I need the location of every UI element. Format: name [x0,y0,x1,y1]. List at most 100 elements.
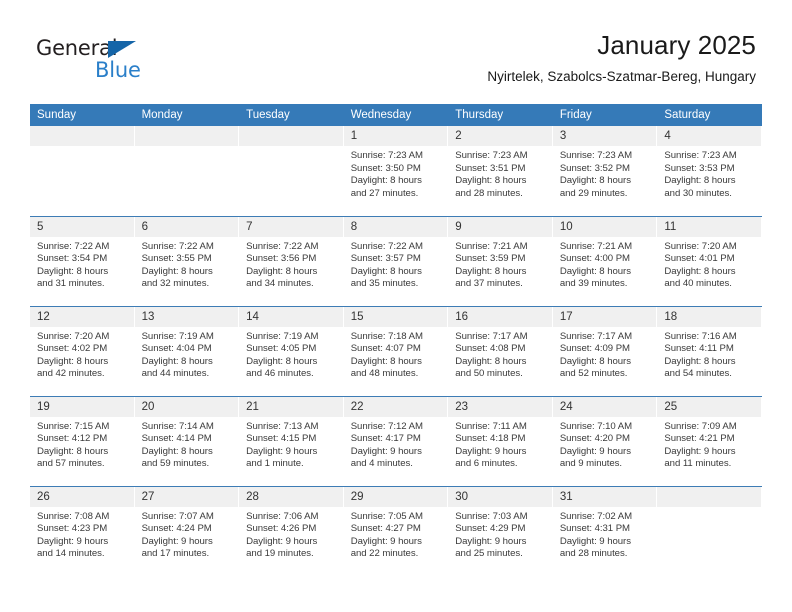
daylight-text: and 28 minutes. [455,187,523,199]
calendar-day-cell[interactable]: 11 Sunrise: 7:20 AM Sunset: 4:01 PM Dayligh… [657,215,762,306]
calendar-day-cell[interactable]: 29 Sunrise: 7:05 AM Sunset: 4:27 PM Dayligh… [343,485,449,576]
weekday-header-monday: Monday [134,104,240,126]
day-info: Sunrise: 7:23 AM Sunset: 3:51 PM Daylight:… [448,146,553,200]
calendar-day-cell[interactable]: 15 Sunrise: 7:18 AM Sunset: 4:07 PM Dayligh… [343,305,449,396]
sunset-text: Sunset: 4:31 PM [559,523,630,535]
sunrise-text: Sunrise: 7:21 AM [455,240,528,252]
daylight-text: and 42 minutes. [37,368,105,380]
day-number: 12 [30,306,135,327]
sunset-text: Sunset: 4:27 PM [350,523,421,535]
calendar-day-cell[interactable]: 14 Sunrise: 7:19 AM Sunset: 4:05 PM Dayligh… [239,305,344,396]
calendar-day-cell[interactable]: 3 Sunrise: 7:23 AM Sunset: 3:52 PM Daylight… [552,126,658,216]
day-info: Sunrise: 7:15 AM Sunset: 4:12 PM Daylight:… [30,417,135,471]
day-info: Sunrise: 7:10 AM Sunset: 4:20 PM Daylight:… [553,417,658,471]
calendar-day-cell[interactable]: 2 Sunrise: 7:23 AM Sunset: 3:51 PM Daylight… [448,126,553,216]
calendar-day-cell[interactable]: 31 Sunrise: 7:02 AM Sunset: 4:31 PM Dayligh… [552,485,658,576]
daylight-text: Daylight: 8 hours [37,445,109,457]
calendar-day-cell[interactable]: 20 Sunrise: 7:14 AM Sunset: 4:14 PM Dayligh… [134,395,240,486]
calendar-week-row: 26 Sunrise: 7:08 AM Sunset: 4:23 PM Dayligh… [30,485,762,576]
sunrise-text: Sunrise: 7:15 AM [37,420,110,432]
calendar-day-cell[interactable]: 5 Sunrise: 7:22 AM Sunset: 3:54 PM Daylight… [30,215,135,306]
calendar-day-cell[interactable]: 13 Sunrise: 7:19 AM Sunset: 4:04 PM Dayligh… [134,305,240,396]
calendar-day-cell[interactable]: 12 Sunrise: 7:20 AM Sunset: 4:02 PM Dayligh… [30,305,135,396]
daylight-text: Daylight: 9 hours [455,445,527,457]
sunrise-text: Sunrise: 7:13 AM [246,420,319,432]
weekday-header-saturday: Saturday [657,104,762,126]
daylight-text: and 46 minutes. [246,368,314,380]
weekday-header-thursday: Thursday [448,104,553,126]
calendar-day-cell[interactable]: 25 Sunrise: 7:09 AM Sunset: 4:21 PM Dayligh… [657,395,762,486]
daylight-text: and 14 minutes. [37,548,105,560]
daylight-text: and 28 minutes. [559,548,628,560]
day-number: 10 [552,216,658,237]
calendar-day-cell[interactable]: 10 Sunrise: 7:21 AM Sunset: 4:00 PM Dayligh… [552,215,658,306]
calendar-day-cell[interactable]: 30 Sunrise: 7:03 AM Sunset: 4:29 PM Dayligh… [448,485,553,576]
calendar-day-cell[interactable]: 27 Sunrise: 7:07 AM Sunset: 4:24 PM Dayligh… [134,485,240,576]
calendar-day-cell[interactable]: 1 Sunrise: 7:23 AM Sunset: 3:50 PM Daylight… [343,126,449,216]
day-info: Sunrise: 7:17 AM Sunset: 4:09 PM Daylight:… [553,327,658,381]
daylight-text: and 19 minutes. [246,548,314,560]
calendar-day-cell[interactable]: 6 Sunrise: 7:22 AM Sunset: 3:55 PM Daylight… [134,215,240,306]
sunrise-text: Sunrise: 7:20 AM [37,330,110,342]
calendar-week-row: 12 Sunrise: 7:20 AM Sunset: 4:02 PM Dayligh… [30,305,762,396]
day-number: 1 [343,126,449,146]
calendar-day-cell[interactable]: 4 Sunrise: 7:23 AM Sunset: 3:53 PM Daylight… [657,126,762,216]
daylight-text: Daylight: 8 hours [141,355,213,367]
daylight-text: and 1 minute. [246,458,304,470]
calendar-day-cell[interactable]: 19 Sunrise: 7:15 AM Sunset: 4:12 PM Dayligh… [30,395,135,486]
sunrise-text: Sunrise: 7:22 AM [37,240,110,252]
sunrise-text: Sunrise: 7:23 AM [664,150,737,161]
daylight-text: and 22 minutes. [350,548,419,560]
day-info: Sunrise: 7:20 AM Sunset: 4:02 PM Daylight:… [30,327,135,381]
day-info: Sunrise: 7:14 AM Sunset: 4:14 PM Daylight:… [135,417,240,471]
daylight-text: and 31 minutes. [37,278,105,290]
sunset-text: Sunset: 4:15 PM [246,433,317,445]
day-number: 4 [657,126,762,146]
daylight-text: Daylight: 8 hours [664,175,736,187]
general-blue-logo[interactable]: General Blue [36,38,196,90]
sunset-text: Sunset: 4:20 PM [559,433,630,445]
sunset-text: Sunset: 4:29 PM [455,523,526,535]
day-info: Sunrise: 7:20 AM Sunset: 4:01 PM Daylight:… [657,237,762,291]
daylight-text: Daylight: 8 hours [246,355,318,367]
day-number: 18 [657,306,762,327]
calendar-day-cell[interactable]: 28 Sunrise: 7:06 AM Sunset: 4:26 PM Dayligh… [239,485,344,576]
day-number: 5 [30,216,135,237]
calendar-day-cell[interactable]: 23 Sunrise: 7:11 AM Sunset: 4:18 PM Dayligh… [448,395,553,486]
calendar-day-cell[interactable]: 18 Sunrise: 7:16 AM Sunset: 4:11 PM Dayligh… [657,305,762,396]
calendar-day-cell[interactable]: 7 Sunrise: 7:22 AM Sunset: 3:56 PM Daylight… [239,215,344,306]
calendar-day-cell[interactable]: 22 Sunrise: 7:12 AM Sunset: 4:17 PM Dayligh… [343,395,449,486]
sunset-text: Sunset: 3:59 PM [455,253,526,265]
daylight-text: and 35 minutes. [350,278,419,290]
day-info: Sunrise: 7:11 AM Sunset: 4:18 PM Daylight:… [448,417,553,471]
day-info: Sunrise: 7:19 AM Sunset: 4:05 PM Daylight:… [239,327,344,381]
day-number [134,126,240,146]
sunrise-text: Sunrise: 7:02 AM [559,510,633,522]
page-header: General Blue January 2025 Nyirtelek, Sza… [0,0,792,102]
daylight-text: Daylight: 8 hours [559,265,631,277]
sunset-text: Sunset: 4:08 PM [455,343,526,355]
daylight-text: and 6 minutes. [455,458,518,470]
calendar-day-cell[interactable]: 26 Sunrise: 7:08 AM Sunset: 4:23 PM Dayligh… [30,485,135,576]
calendar-header-row: Sunday Monday Tuesday Wednesday Thursday Frid… [30,104,762,126]
daylight-text: and 57 minutes. [37,458,105,470]
calendar-cell-empty [134,126,240,216]
sunset-text: Sunset: 4:14 PM [141,433,212,445]
calendar-day-cell[interactable]: 8 Sunrise: 7:22 AM Sunset: 3:57 PM Daylight… [343,215,449,306]
calendar-day-cell[interactable]: 24 Sunrise: 7:10 AM Sunset: 4:20 PM Dayligh… [552,395,658,486]
daylight-text: Daylight: 9 hours [664,445,736,457]
daylight-text: and 40 minutes. [664,278,732,290]
sunset-text: Sunset: 3:56 PM [246,253,317,265]
day-number: 23 [448,396,553,417]
day-info: Sunrise: 7:22 AM Sunset: 3:54 PM Daylight:… [30,237,135,291]
calendar-day-cell[interactable]: 16 Sunrise: 7:17 AM Sunset: 4:08 PM Dayligh… [448,305,553,396]
day-number: 30 [448,486,553,507]
sunset-text: Sunset: 4:05 PM [246,343,317,355]
sunset-text: Sunset: 3:51 PM [455,162,526,174]
calendar-day-cell[interactable]: 9 Sunrise: 7:21 AM Sunset: 3:59 PM Daylight… [448,215,553,306]
sunrise-text: Sunrise: 7:05 AM [350,510,423,522]
calendar-day-cell[interactable]: 21 Sunrise: 7:13 AM Sunset: 4:15 PM Dayligh… [239,395,344,486]
sunrise-text: Sunrise: 7:23 AM [350,150,423,161]
sunset-text: Sunset: 4:23 PM [37,523,108,535]
calendar-day-cell[interactable]: 17 Sunrise: 7:17 AM Sunset: 4:09 PM Dayligh… [552,305,658,396]
